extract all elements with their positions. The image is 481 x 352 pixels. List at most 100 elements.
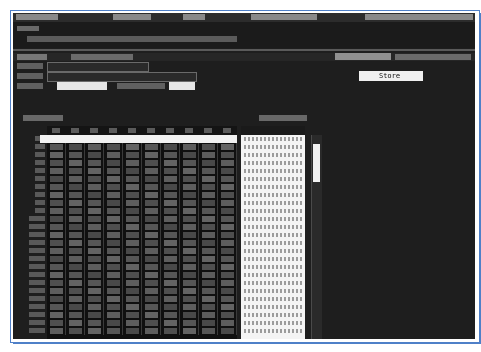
hex-cell[interactable] (88, 296, 101, 302)
hex-cell[interactable] (183, 320, 196, 326)
hex-cell[interactable] (202, 280, 215, 286)
hex-cell[interactable] (126, 160, 139, 166)
hex-cell[interactable] (164, 176, 177, 182)
hex-cell[interactable] (221, 296, 234, 302)
hex-cell[interactable] (69, 248, 82, 254)
hex-cell[interactable] (145, 328, 158, 334)
hex-cell[interactable] (202, 208, 215, 214)
hex-cell[interactable] (107, 208, 120, 214)
hex-cell[interactable] (145, 280, 158, 286)
hex-cell[interactable] (50, 224, 63, 230)
hex-cell[interactable] (202, 312, 215, 318)
hex-cell[interactable] (183, 256, 196, 262)
hex-cell[interactable] (107, 272, 120, 278)
hex-cell[interactable] (88, 176, 101, 182)
hex-cell[interactable] (221, 168, 234, 174)
hex-cell[interactable] (202, 256, 215, 262)
hex-cell[interactable] (221, 272, 234, 278)
address-input[interactable] (169, 82, 195, 90)
hex-cell[interactable] (164, 256, 177, 262)
hex-cell[interactable] (221, 256, 234, 262)
hex-cell[interactable] (69, 192, 82, 198)
hex-cell[interactable] (126, 264, 139, 270)
hex-cell[interactable] (50, 200, 63, 206)
hex-cell[interactable] (69, 160, 82, 166)
hex-cell[interactable] (221, 200, 234, 206)
hex-cell[interactable] (50, 328, 63, 334)
hex-cell[interactable] (145, 144, 158, 150)
hex-cell[interactable] (50, 208, 63, 214)
hex-cell[interactable] (50, 264, 63, 270)
hex-cell[interactable] (107, 232, 120, 238)
hex-cell[interactable] (164, 232, 177, 238)
hex-cell[interactable] (107, 328, 120, 334)
hex-cell[interactable] (107, 312, 120, 318)
hex-cell[interactable] (88, 152, 101, 158)
hex-cell[interactable] (107, 224, 120, 230)
hex-cell[interactable] (202, 288, 215, 294)
hex-cell[interactable] (50, 248, 63, 254)
hex-cell[interactable] (50, 160, 63, 166)
hex-cell[interactable] (88, 320, 101, 326)
hex-cell[interactable] (69, 208, 82, 214)
hex-cell[interactable] (50, 232, 63, 238)
hex-cell[interactable] (221, 160, 234, 166)
hex-cell[interactable] (183, 280, 196, 286)
hex-cell[interactable] (183, 296, 196, 302)
menu-item-transfer[interactable] (251, 14, 317, 20)
hex-cell[interactable] (50, 144, 63, 150)
hex-cell[interactable] (126, 280, 139, 286)
hex-cell[interactable] (50, 192, 63, 198)
hex-cell[interactable] (88, 328, 101, 334)
hex-cell[interactable] (221, 248, 234, 254)
hex-cell[interactable] (107, 240, 120, 246)
hex-cell[interactable] (126, 304, 139, 310)
hex-cell[interactable] (164, 152, 177, 158)
hex-cell[interactable] (69, 144, 82, 150)
hex-cell[interactable] (202, 272, 215, 278)
hex-cell[interactable] (145, 216, 158, 222)
hex-cell[interactable] (88, 224, 101, 230)
hex-cell[interactable] (107, 176, 120, 182)
hex-cell[interactable] (88, 256, 101, 262)
hex-cell[interactable] (88, 144, 101, 150)
hex-cell[interactable] (221, 280, 234, 286)
hex-cell[interactable] (221, 240, 234, 246)
hex-cell[interactable] (221, 312, 234, 318)
hex-cell[interactable] (126, 328, 139, 334)
hex-cell[interactable] (164, 216, 177, 222)
hex-cell[interactable] (164, 288, 177, 294)
hex-cell[interactable] (50, 272, 63, 278)
hex-cell[interactable] (202, 304, 215, 310)
hex-cell[interactable] (69, 200, 82, 206)
hex-cell[interactable] (107, 256, 120, 262)
hex-cell[interactable] (183, 224, 196, 230)
hex-cell[interactable] (126, 144, 139, 150)
hex-cell[interactable] (88, 200, 101, 206)
hex-cell[interactable] (183, 304, 196, 310)
hex-cell[interactable] (202, 176, 215, 182)
hex-cell[interactable] (202, 216, 215, 222)
store-button[interactable]: Store (359, 71, 423, 81)
hex-cell[interactable] (88, 192, 101, 198)
hex-cell[interactable] (88, 168, 101, 174)
hex-cell[interactable] (69, 256, 82, 262)
hex-cell[interactable] (145, 160, 158, 166)
hex-cell[interactable] (164, 320, 177, 326)
hex-cell[interactable] (69, 328, 82, 334)
hex-cell[interactable] (164, 160, 177, 166)
hex-cell[interactable] (50, 288, 63, 294)
hex-cell[interactable] (88, 304, 101, 310)
hex-cell[interactable] (183, 272, 196, 278)
hex-cell[interactable] (183, 312, 196, 318)
hex-cell[interactable] (50, 320, 63, 326)
hex-cell[interactable] (126, 224, 139, 230)
hex-cell[interactable] (107, 160, 120, 166)
hex-cell[interactable] (126, 152, 139, 158)
hex-cell[interactable] (126, 192, 139, 198)
hex-data-grid[interactable] (47, 135, 237, 339)
hex-cell[interactable] (202, 240, 215, 246)
hex-cell[interactable] (69, 240, 82, 246)
hex-cell[interactable] (107, 280, 120, 286)
hex-cell[interactable] (69, 312, 82, 318)
